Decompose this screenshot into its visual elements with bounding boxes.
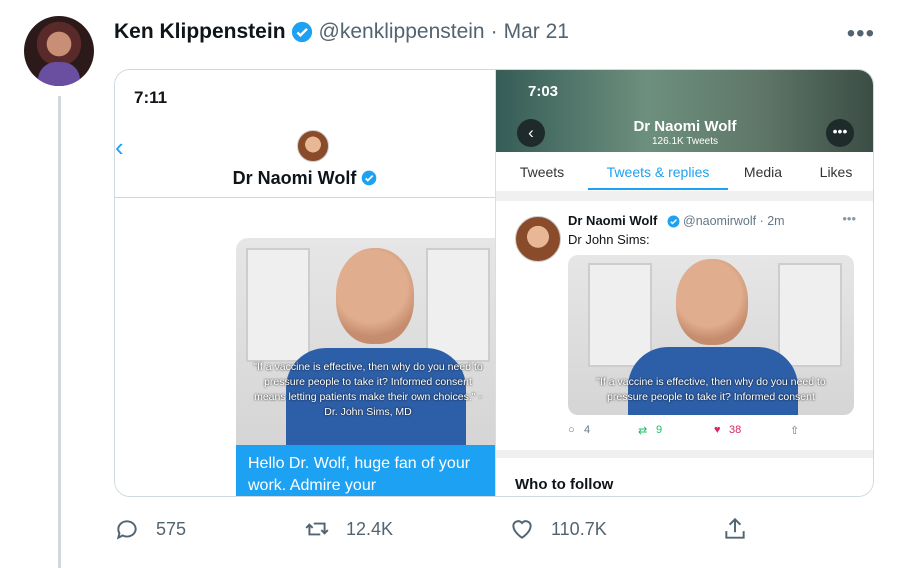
tweet-date[interactable]: Mar 21 xyxy=(504,20,569,44)
retweet-count: 12.4K xyxy=(346,518,394,539)
verified-badge-icon xyxy=(291,21,312,43)
right-share-icon: ⇧ xyxy=(790,425,800,437)
heart-icon xyxy=(512,520,532,539)
right-profile-name: Dr Naomi Wolf xyxy=(633,118,737,135)
tab-media: Media xyxy=(743,164,783,180)
author-name[interactable]: Ken Klippenstein xyxy=(114,20,286,44)
right-status-time: 7:03 xyxy=(528,83,559,100)
right-tweet-count: 126.1K Tweets xyxy=(652,136,718,147)
tweet-header: Ken Klippenstein @kenklippenstein · Mar … xyxy=(114,18,569,46)
retweet-button[interactable]: 12.4K xyxy=(304,516,393,542)
right-tweet-actions: ○ 4 ⇄ 9 ♥ 38 ⇧ xyxy=(568,424,818,442)
left-shared-photo: "If a vaccine is effective, then why do … xyxy=(236,238,495,445)
right-retweet-count: 9 xyxy=(656,424,663,436)
right-reply-icon: ○ xyxy=(568,424,575,436)
right-tweet-more-icon: ••• xyxy=(842,211,856,226)
tweet-action-bar: 575 12.4K 110.7K xyxy=(114,516,814,546)
more-options-icon[interactable]: ••• xyxy=(847,20,875,48)
right-profile-tabs: Tweets Tweets & replies Media Likes xyxy=(496,152,873,190)
right-screenshot: 7:03 ‹ ••• Dr Naomi Wolf 126.1K Tweets T… xyxy=(495,70,873,496)
right-shared-photo: "If a vaccine is effective, then why do … xyxy=(568,255,854,415)
like-count: 110.7K xyxy=(551,518,607,539)
left-photo-quote: "If a vaccine is effective, then why do … xyxy=(253,361,483,418)
thread-line xyxy=(58,96,61,568)
right-reply-count: 4 xyxy=(584,424,591,436)
right-like-icon: ♥ xyxy=(714,424,721,436)
tweet-media-image[interactable]: 7:11 ‹ Dr Naomi Wolf "If a vaccine is ef… xyxy=(114,69,874,497)
date-separator: · xyxy=(490,20,498,43)
share-button[interactable] xyxy=(722,516,764,542)
reply-count: 575 xyxy=(156,518,187,539)
who-to-follow-heading: Who to follow xyxy=(515,476,614,493)
right-verified-icon xyxy=(667,215,680,228)
tab-likes: Likes xyxy=(819,164,853,180)
right-tweet-name: Dr Naomi Wolf xyxy=(568,213,658,228)
left-screenshot: 7:11 ‹ Dr Naomi Wolf "If a vaccine is ef… xyxy=(115,70,495,496)
left-profile-name: Dr Naomi Wolf xyxy=(115,168,495,189)
right-retweet-icon: ⇄ xyxy=(638,425,648,437)
retweet-icon xyxy=(305,522,329,536)
left-profile-avatar xyxy=(297,130,329,162)
tab-tweets-replies: Tweets & replies xyxy=(588,152,728,190)
right-tweet-text: Dr John Sims: xyxy=(568,232,650,247)
right-separator xyxy=(496,191,873,201)
share-icon xyxy=(725,517,745,539)
reply-button[interactable]: 575 xyxy=(114,516,186,542)
who-to-follow-section: Who to follow xyxy=(496,450,873,496)
left-verified-icon xyxy=(362,170,377,186)
right-photo-quote: "If a vaccine is effective, then why do … xyxy=(596,376,826,403)
right-tweet-handle: @naomirwolf · 2m xyxy=(683,214,785,228)
left-message-bubble: Hello Dr. Wolf, huge fan of your work. A… xyxy=(236,445,495,496)
left-back-icon: ‹ xyxy=(115,132,124,162)
like-button[interactable]: 110.7K xyxy=(509,516,607,542)
right-like-count: 38 xyxy=(729,424,742,436)
author-handle[interactable]: @kenklippenstein xyxy=(319,20,485,44)
left-status-time: 7:11 xyxy=(134,88,168,107)
right-tweet-avatar xyxy=(515,216,561,262)
tab-tweets: Tweets xyxy=(519,164,565,180)
reply-icon xyxy=(116,520,137,540)
author-avatar[interactable] xyxy=(24,16,94,86)
left-divider xyxy=(115,197,495,198)
